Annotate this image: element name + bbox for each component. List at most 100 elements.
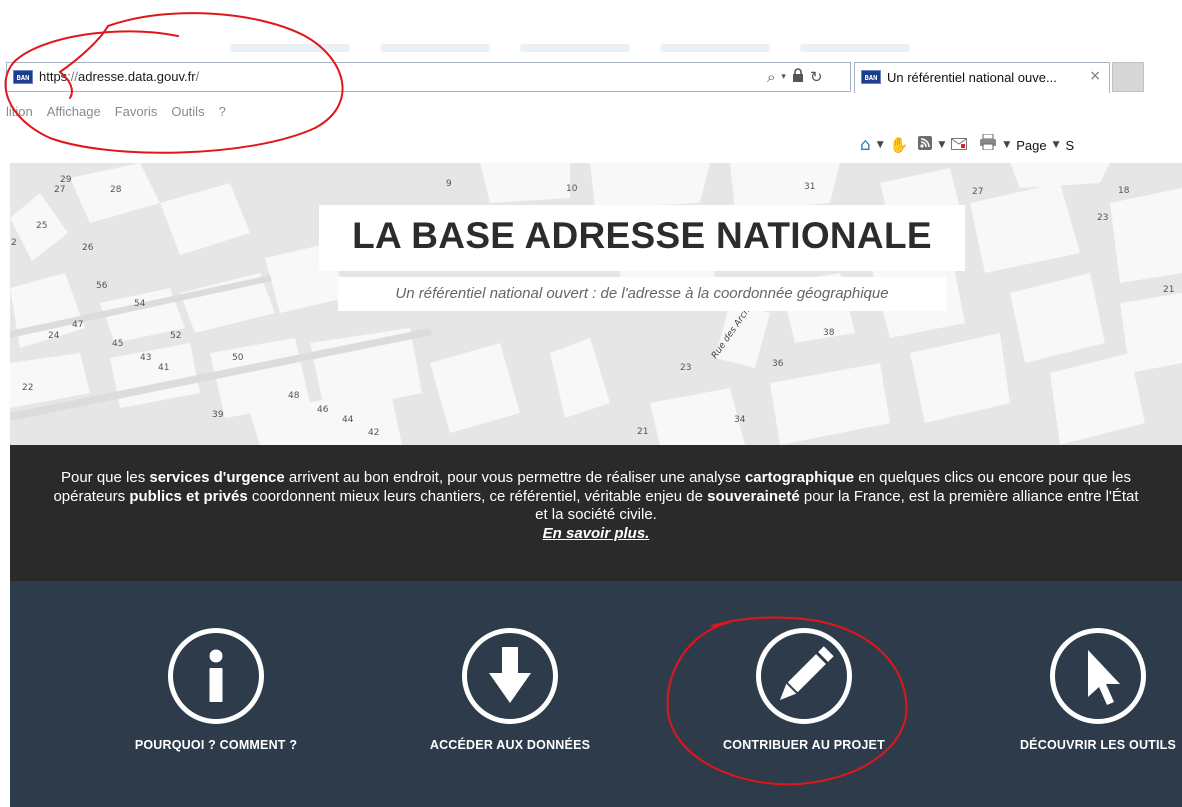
url-scheme: https	[39, 69, 68, 84]
url-path: /	[195, 69, 200, 84]
menu-item-affichage[interactable]: Affichage	[47, 100, 101, 124]
address-bar-icons: ⌕ ▾ ↻	[767, 67, 823, 87]
ghost-tab	[800, 44, 910, 52]
map-house-number: 24	[48, 331, 60, 341]
feature-label: DÉCOUVRIR LES OUTILS	[1019, 738, 1177, 752]
chevron-down-icon[interactable]: ▼	[877, 131, 884, 159]
map-house-number: 46	[317, 405, 329, 415]
menu-item-outils[interactable]: Outils	[171, 100, 204, 124]
hero-title-box: LA BASE ADRESSE NATIONALE	[319, 205, 965, 271]
feature-pourquoi[interactable]: POURQUOI ? COMMENT ?	[91, 581, 341, 807]
map-house-number: 38	[823, 328, 835, 338]
hand-icon[interactable]: ✋	[890, 131, 909, 159]
map-house-number: 27	[54, 185, 66, 195]
menu-item-favoris[interactable]: Favoris	[115, 100, 158, 124]
map-house-number: 29	[60, 175, 72, 185]
hero-subtitle-box: Un référentiel national ouvert : de l'ad…	[338, 277, 946, 311]
background-tabs	[230, 44, 1130, 54]
intro-text: Pour que les	[60, 469, 150, 486]
map-house-number: 21	[637, 427, 649, 437]
map-house-number: 41	[158, 363, 170, 373]
safety-menu-cut[interactable]: S	[1066, 138, 1075, 153]
map-house-number: 25	[36, 221, 48, 231]
map-house-number: 36	[772, 359, 784, 369]
map-house-number: 18	[1118, 186, 1130, 196]
mail-icon[interactable]	[951, 131, 968, 159]
chevron-down-icon[interactable]: ▼	[938, 131, 945, 159]
menu-bar: lition Affichage Favoris Outils ?	[0, 100, 240, 124]
browser-tab-active[interactable]: BAN Un référentiel national ouve... ×	[854, 62, 1110, 93]
feature-icon-circle[interactable]	[168, 628, 264, 724]
intro-highlight: cartographique	[744, 469, 855, 486]
tab-favicon: BAN	[861, 70, 881, 84]
map-house-number: 47	[72, 320, 84, 330]
tab-title: Un référentiel national ouve...	[887, 70, 1057, 85]
map-house-number: 48	[288, 391, 300, 401]
chevron-down-icon[interactable]: ▼	[1053, 131, 1060, 159]
map-house-number: 10	[566, 184, 578, 194]
feature-label: POURQUOI ? COMMENT ?	[134, 738, 298, 752]
learn-more-link[interactable]: En savoir plus.	[543, 525, 650, 544]
cursor-icon	[1088, 650, 1120, 705]
map-house-number: 44	[342, 415, 354, 425]
map-house-number: 34	[734, 415, 746, 425]
info-icon	[209, 649, 223, 702]
intro-text: coordonnent mieux leurs chantiers, ce ré…	[247, 487, 708, 505]
lock-icon[interactable]	[792, 67, 804, 87]
address-bar[interactable]: BAN https://adresse.data.gouv.fr/ ⌕ ▾ ↻	[6, 62, 851, 92]
map-house-number: 56	[96, 281, 108, 291]
map-house-number: 45	[112, 339, 124, 349]
map-house-number: 28	[110, 185, 122, 195]
map-house-number: 31	[804, 182, 816, 192]
menu-item-help[interactable]: ?	[219, 100, 226, 124]
feature-decouvrir[interactable]: DÉCOUVRIR LES OUTILS	[973, 581, 1182, 807]
intro-section: Pour que les services d'urgence arrivent…	[10, 445, 1182, 581]
feature-icon-circle[interactable]	[462, 628, 558, 724]
map-house-number: 23	[1097, 213, 1109, 223]
map-house-number: 39	[212, 410, 224, 420]
page-menu[interactable]: Page	[1016, 138, 1046, 153]
feature-acceder[interactable]: ACCÉDER AUX DONNÉES	[385, 581, 635, 807]
map-house-number: 52	[170, 331, 182, 341]
map-house-number: 9	[446, 179, 452, 189]
ghost-tab	[520, 44, 630, 52]
download-icon	[489, 647, 531, 703]
rss-icon[interactable]	[918, 131, 933, 159]
new-tab-button[interactable]	[1112, 62, 1144, 92]
feature-label: CONTRIBUER AU PROJET	[723, 738, 885, 752]
page-title: LA BASE ADRESSE NATIONALE	[352, 215, 932, 256]
map-house-number: 22	[22, 383, 34, 393]
search-dropdown-icon[interactable]: ▾	[781, 67, 786, 87]
ghost-tab	[380, 44, 490, 52]
close-icon[interactable]: ×	[1089, 68, 1101, 84]
page-subtitle: Un référentiel national ouvert : de l'ad…	[395, 285, 889, 302]
map-house-number: 43	[140, 353, 152, 363]
feature-label: ACCÉDER AUX DONNÉES	[429, 738, 591, 752]
search-icon[interactable]: ⌕	[767, 67, 775, 87]
intro-highlight: souveraineté	[707, 487, 800, 505]
url-text[interactable]: https://adresse.data.gouv.fr/	[39, 69, 199, 84]
menu-item-edition[interactable]: lition	[6, 100, 33, 124]
intro-highlight: publics et privés	[129, 487, 248, 505]
feature-contribuer[interactable]: CONTRIBUER AU PROJET	[679, 581, 929, 807]
site-favicon: BAN	[13, 70, 33, 84]
feature-icon-circle[interactable]	[756, 628, 852, 724]
intro-paragraph: Pour que les services d'urgence arrivent…	[50, 469, 1142, 543]
features-section: POURQUOI ? COMMENT ? ACCÉDER AUX DONNÉES	[10, 581, 1182, 807]
map-house-number: 21	[1163, 285, 1175, 295]
ghost-tab	[660, 44, 770, 52]
command-bar: ⌂ ▼ ✋ ▼ ▼ Page ▼ S	[860, 131, 1074, 159]
intro-highlight: services d'urgence	[149, 469, 285, 486]
browser-titlebar	[0, 0, 1182, 56]
refresh-icon[interactable]: ↻	[810, 67, 823, 87]
url-separator: ://	[67, 69, 79, 84]
chevron-down-icon[interactable]: ▼	[1003, 131, 1010, 159]
pencil-icon	[779, 646, 834, 701]
ghost-tab	[230, 44, 350, 52]
map-house-number: 27	[972, 187, 984, 197]
print-icon[interactable]	[979, 131, 997, 159]
map-house-number: 50	[232, 353, 244, 363]
feature-icon-circle[interactable]	[1050, 628, 1146, 724]
map-house-number: 54	[134, 299, 146, 309]
home-icon[interactable]: ⌂	[860, 131, 871, 159]
